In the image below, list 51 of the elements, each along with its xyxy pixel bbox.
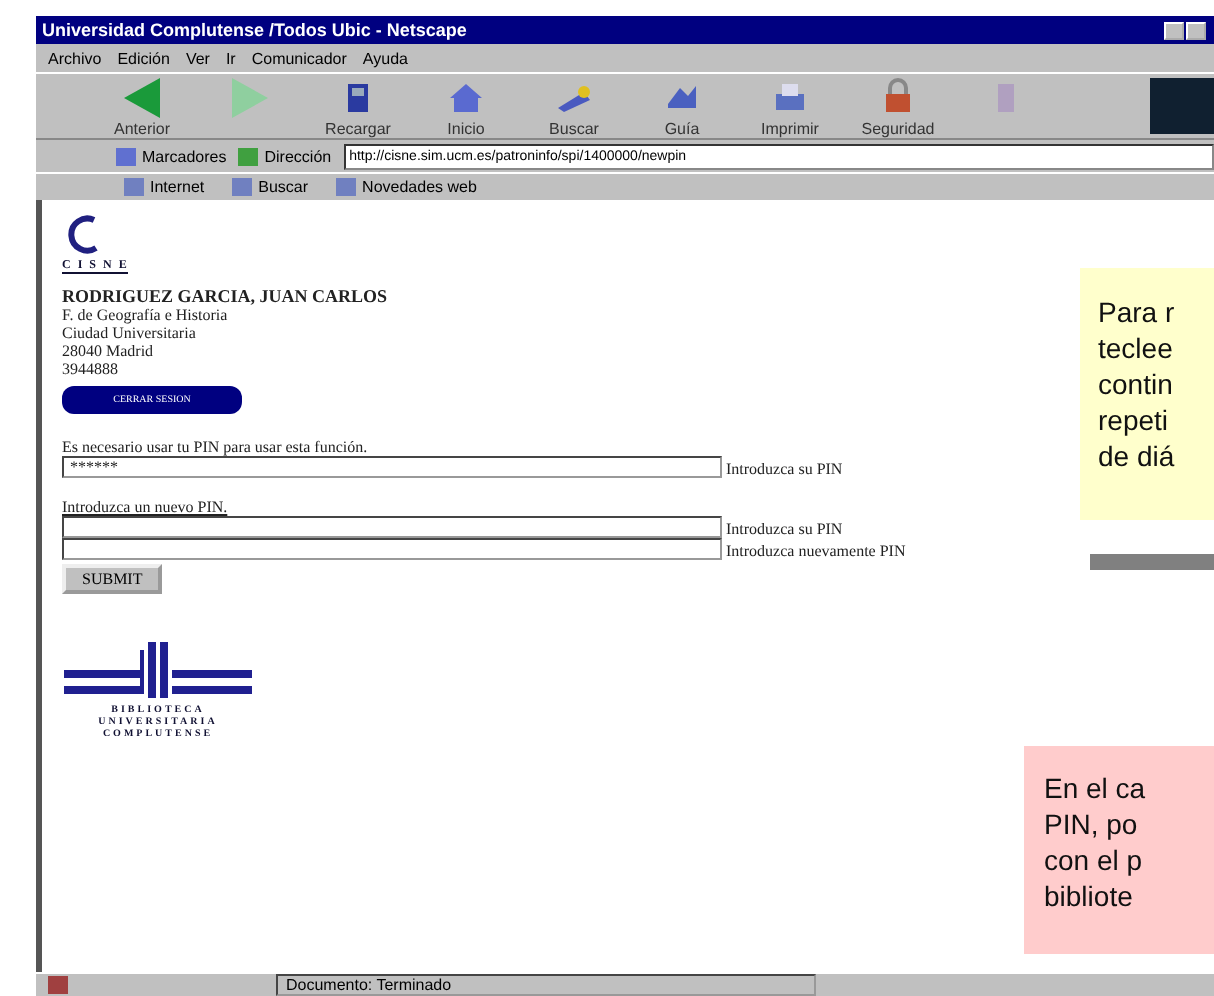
- personal-bar-button[interactable]: Buscar: [232, 178, 309, 196]
- field-label: Introduzca nuevamente PIN: [726, 542, 906, 560]
- callout-shadow: [1090, 554, 1214, 570]
- toolbar-button[interactable]: Guía: [636, 76, 728, 138]
- pin-field[interactable]: ******: [62, 456, 722, 478]
- callout-line: En el ca: [1044, 770, 1148, 806]
- submit-button[interactable]: SUBMIT: [62, 564, 163, 594]
- menu-item[interactable]: Archivo: [48, 49, 102, 67]
- status-text: Documento: Terminado: [276, 974, 816, 996]
- callout-line: teclee: [1098, 330, 1175, 366]
- window-title: Universidad Complutense /Todos Ubic - Netscape: [42, 20, 469, 40]
- toolbar-button[interactable]: Seguridad: [852, 76, 944, 138]
- new-pin-prompt: Introduzca un nuevo PIN.: [62, 498, 228, 516]
- patron-detail: F. de Geografía e Historia: [62, 306, 228, 324]
- callout-line: con el p: [1044, 842, 1145, 878]
- toolbar-button[interactable]: Imprimir: [744, 76, 836, 138]
- menu-item[interactable]: Ir: [225, 49, 236, 67]
- menu-item[interactable]: Edición: [117, 49, 170, 67]
- personal-bar-button[interactable]: Novedades web: [336, 178, 477, 196]
- patron-detail: 28040 Madrid: [62, 342, 154, 360]
- toolbar-button[interactable]: Anterior: [96, 76, 188, 138]
- logo-icon: [1150, 78, 1214, 134]
- toolbar-button[interactable]: Recargar: [312, 76, 404, 138]
- field-label: Introduzca su PIN: [726, 520, 843, 538]
- callout-line: repeti: [1098, 402, 1171, 438]
- pin-field[interactable]: [62, 538, 722, 560]
- callout-line: PIN, po: [1044, 806, 1140, 842]
- minimize-button[interactable]: [1164, 21, 1184, 39]
- patron-detail: 3944888: [62, 360, 118, 378]
- personal-bar-button[interactable]: Internet: [124, 178, 205, 196]
- patron-name: RODRIGUEZ GARCIA, JUAN CARLOS: [62, 286, 388, 306]
- callout-line: Para r: [1098, 294, 1177, 330]
- callout-line: de diá: [1098, 438, 1177, 474]
- field-label: Introduzca su PIN: [726, 460, 843, 478]
- patron-detail: Ciudad Universitaria: [62, 324, 196, 342]
- address-label: Dirección: [238, 147, 332, 165]
- pin-field[interactable]: [62, 516, 722, 538]
- right-arrow-icon: [228, 76, 272, 120]
- callout-line: bibliote: [1044, 878, 1135, 914]
- left-arrow-icon: [120, 76, 164, 120]
- menu-item[interactable]: Ayuda: [362, 49, 408, 67]
- toolbar-button[interactable]: Buscar: [528, 76, 620, 138]
- status-icon: [48, 976, 68, 994]
- toolbar-button[interactable]: Inicio: [420, 76, 512, 138]
- menu-item[interactable]: Ver: [185, 49, 210, 67]
- callout-line: contin: [1098, 366, 1175, 402]
- crescent-logo-icon: [62, 212, 102, 256]
- bookmarks-button[interactable]: Marcadores: [116, 147, 227, 165]
- pin-prompt: Es necesario usar tu PIN para usar esta función.: [62, 438, 368, 456]
- menu-item[interactable]: Comunicador: [251, 49, 347, 67]
- maximize-button[interactable]: [1186, 21, 1206, 39]
